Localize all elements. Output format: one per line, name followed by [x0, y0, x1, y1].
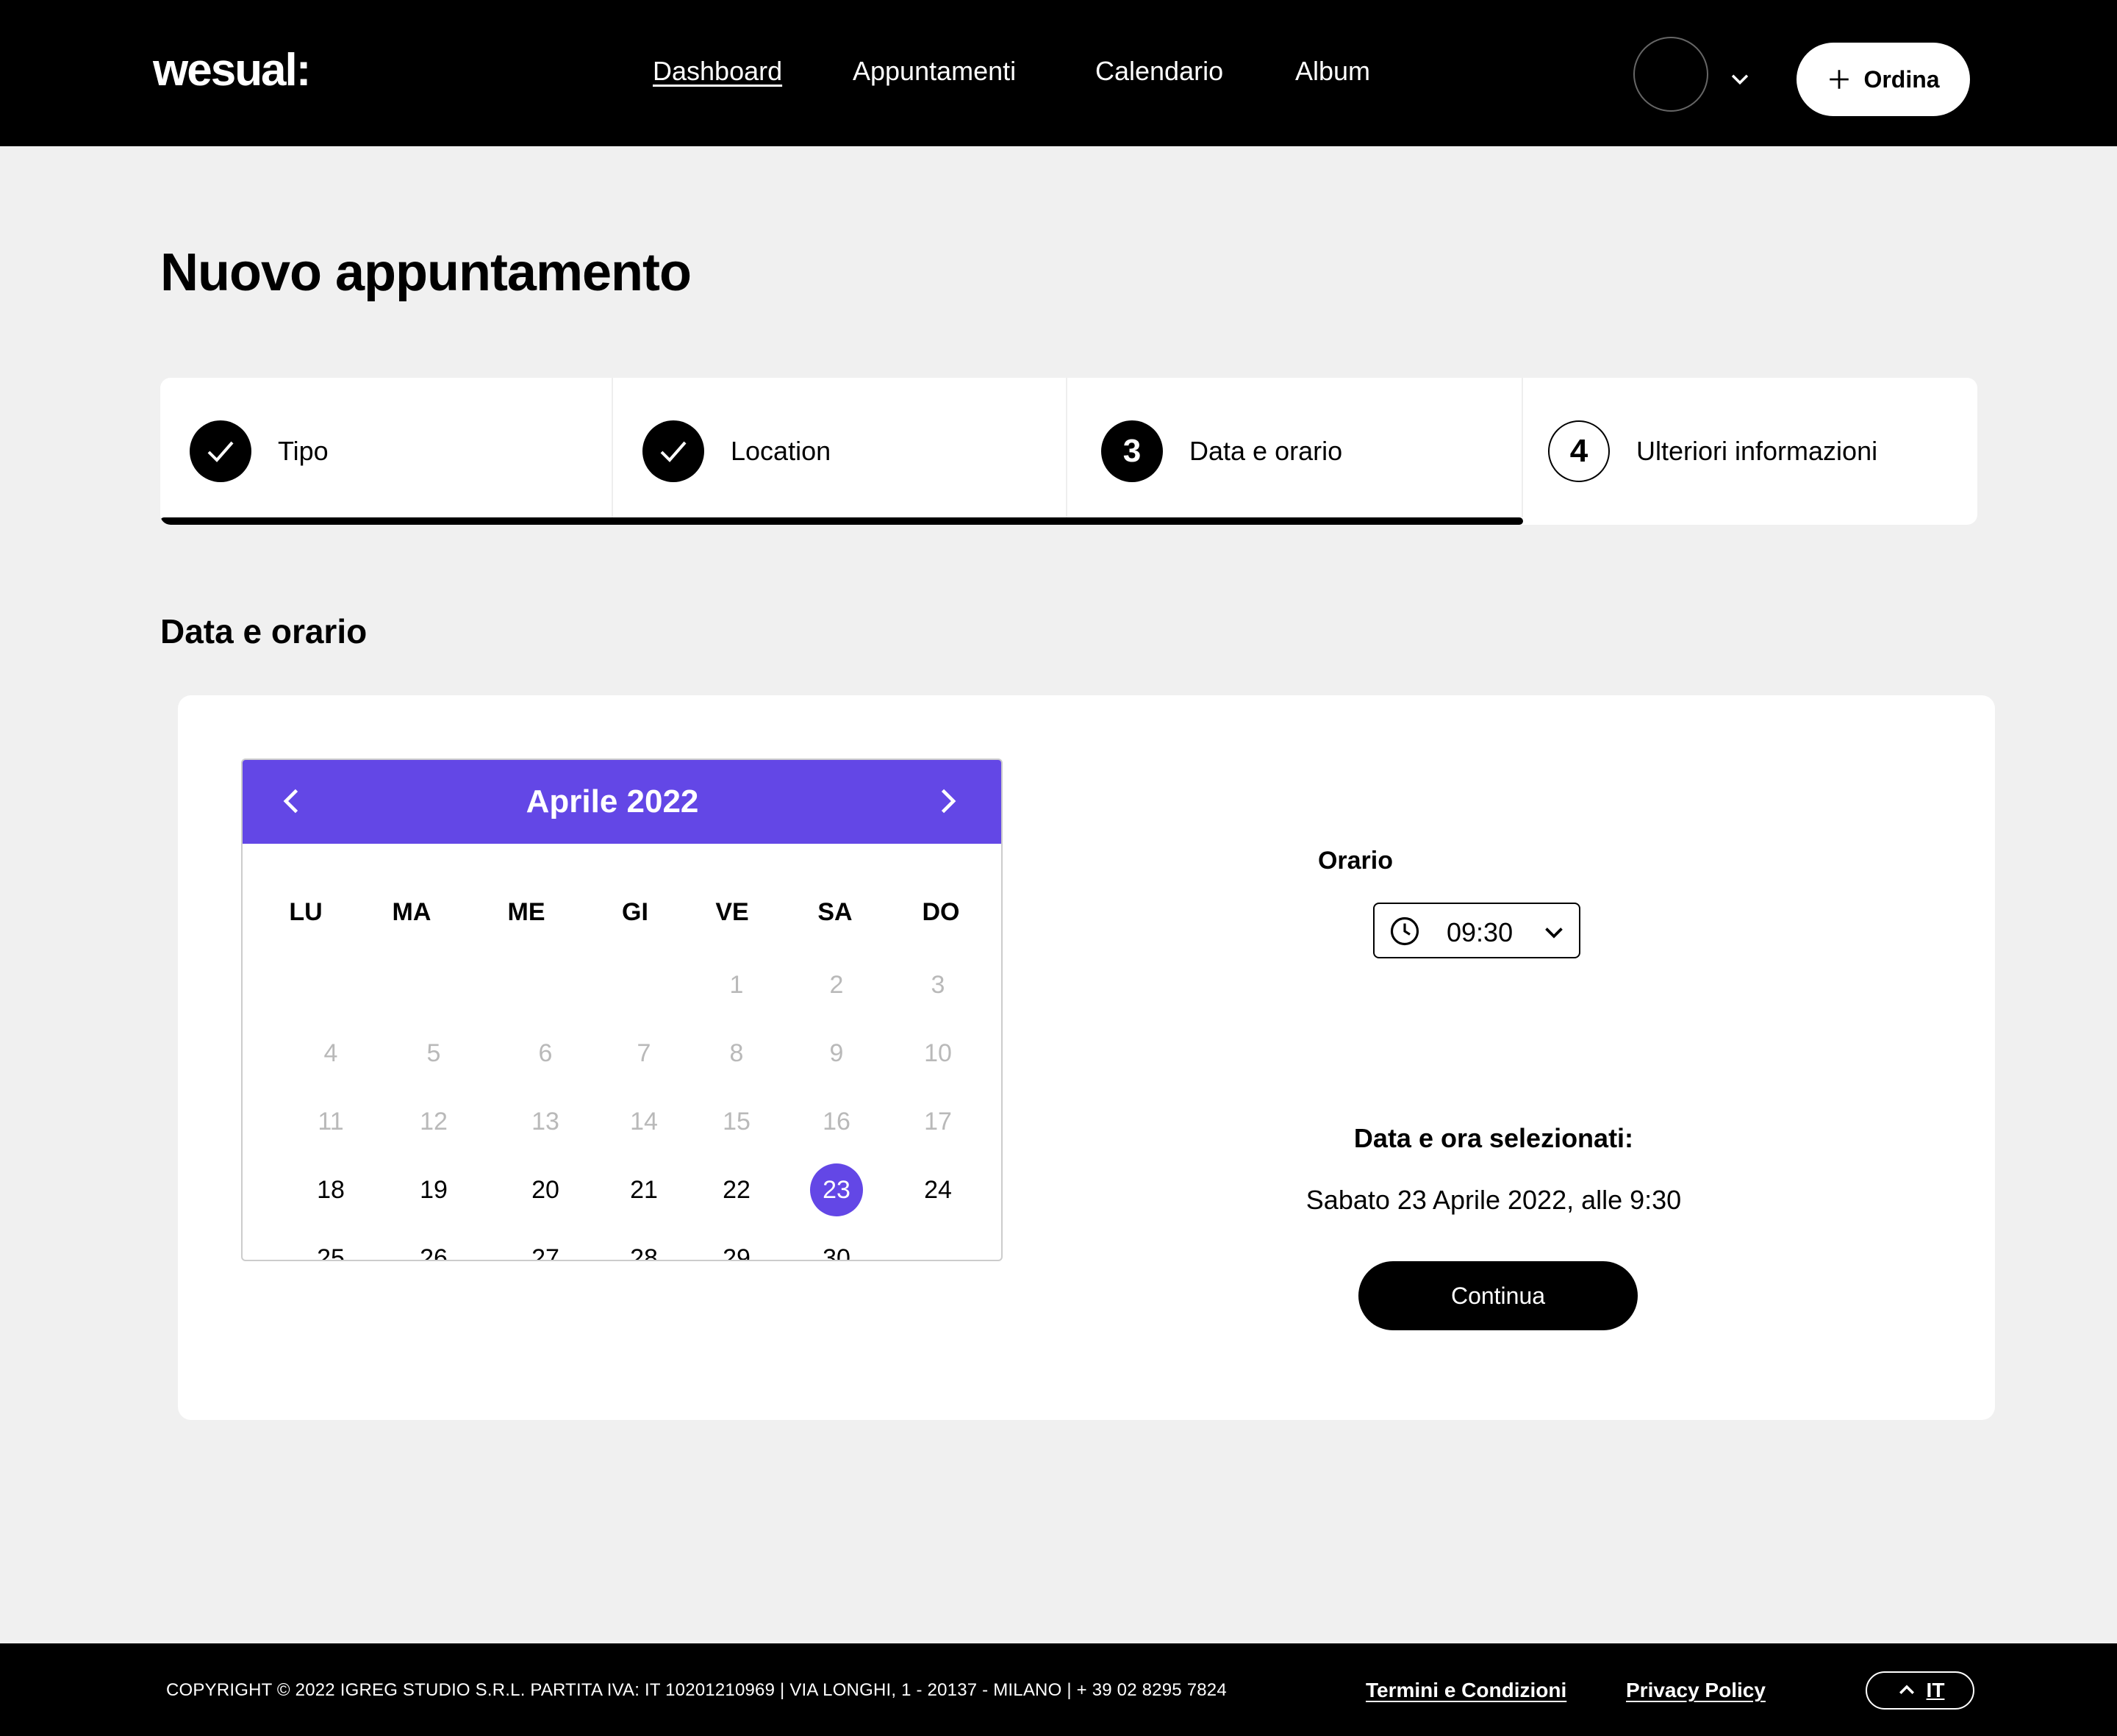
calendar-day[interactable]: 22: [710, 1163, 763, 1216]
step-data-orario[interactable]: 3 Data e orario: [1101, 378, 1342, 525]
language-label: IT: [1926, 1679, 1945, 1701]
top-navbar: wesual: Dashboard Appuntamenti Calendari…: [0, 0, 2117, 146]
footer: COPYRIGHT © 2022 IGREG STUDIO S.R.L. PAR…: [0, 1643, 2117, 1736]
calendar-day[interactable]: 27: [519, 1232, 572, 1260]
calendar-day: 11: [318, 1107, 344, 1136]
calendar-day: 10: [924, 1039, 952, 1067]
time-value: 09:30: [1447, 917, 1514, 947]
check-icon: [642, 420, 704, 482]
calendar-day: 2: [829, 970, 844, 999]
calendar-day[interactable]: 24: [911, 1163, 964, 1216]
step-label: Data e orario: [1189, 436, 1343, 466]
calendar-day: 3: [931, 970, 945, 999]
calendar-month-label: Aprile 2022: [526, 783, 699, 819]
calendar-day[interactable]: 26: [407, 1232, 460, 1260]
nav-appuntamenti[interactable]: Appuntamenti: [853, 56, 1016, 87]
step-divider: [1066, 378, 1067, 517]
chevron-up-icon: [1899, 1685, 1914, 1694]
calendar-day: 14: [630, 1107, 658, 1136]
weekday-label: ME: [507, 898, 545, 926]
check-icon: [190, 420, 251, 482]
step-divider: [612, 378, 613, 517]
nav-calendario[interactable]: Calendario: [1095, 56, 1223, 87]
privacy-link[interactable]: Privacy Policy: [1626, 1679, 1766, 1702]
weekday-label: GI: [622, 898, 648, 926]
weekday-label: LU: [289, 898, 323, 926]
calendar-day: 1: [729, 970, 744, 999]
stepper-progress-bar: [160, 517, 1523, 525]
calendar-day[interactable]: 30: [810, 1232, 863, 1260]
weekday-label: SA: [817, 898, 853, 926]
step-label: Location: [731, 436, 831, 466]
section-title: Data e orario: [160, 612, 368, 650]
calendar-day[interactable]: 21: [617, 1163, 670, 1216]
calendar-day: 13: [531, 1107, 559, 1136]
step-number: 4: [1548, 420, 1610, 482]
plus-icon: [1830, 70, 1849, 89]
chevron-down-icon: [1545, 928, 1563, 939]
order-label: Ordina: [1863, 65, 1940, 93]
calendar: Aprile 2022 LU MA ME GI VE SA DO 1 2 3 4 5 6 7 8 9 10 11 1…: [241, 758, 1003, 1261]
page-title: Nuovo appuntamento: [160, 243, 692, 302]
calendar-day[interactable]: 28: [617, 1232, 670, 1260]
time-label: Orario: [1317, 847, 1394, 875]
step-number: 3: [1101, 420, 1163, 482]
step-location[interactable]: Location: [642, 378, 831, 525]
calendar-day: 9: [829, 1039, 844, 1067]
selected-datetime-value: Sabato 23 Aprile 2022, alle 9:30: [1305, 1185, 1682, 1215]
calendar-day: 12: [420, 1107, 448, 1136]
chevron-right-icon[interactable]: [931, 785, 963, 817]
weekday-label: DO: [922, 898, 960, 926]
calendar-header: Aprile 2022: [243, 760, 1001, 844]
calendar-day: 15: [723, 1107, 751, 1136]
calendar-day[interactable]: 18: [304, 1163, 357, 1216]
step-label: Ulteriori informazioni: [1636, 436, 1878, 466]
chevron-down-icon[interactable]: [1727, 66, 1752, 91]
weekday-label: VE: [715, 898, 749, 926]
step-tipo[interactable]: Tipo: [190, 378, 329, 525]
order-button[interactable]: Ordina: [1797, 43, 1970, 116]
calendar-day[interactable]: 19: [407, 1163, 460, 1216]
calendar-day: 17: [924, 1107, 952, 1136]
avatar[interactable]: [1633, 37, 1708, 112]
step-label: Tipo: [278, 436, 329, 466]
calendar-day[interactable]: 20: [519, 1163, 572, 1216]
nav-album[interactable]: Album: [1295, 56, 1370, 87]
calendar-day[interactable]: 25: [304, 1232, 357, 1260]
calendar-day: 8: [729, 1039, 744, 1067]
calendar-day: 7: [637, 1039, 651, 1067]
date-time-card: Aprile 2022 LU MA ME GI VE SA DO 1 2 3 4 5 6 7 8 9 10 11 1…: [178, 695, 1995, 1420]
calendar-day: 4: [323, 1039, 338, 1067]
time-select[interactable]: 09:30: [1373, 903, 1580, 958]
calendar-day: 5: [426, 1039, 441, 1067]
nav-dashboard[interactable]: Dashboard: [653, 56, 782, 87]
logo[interactable]: wesual:: [153, 44, 311, 96]
calendar-day: 6: [538, 1039, 553, 1067]
language-switcher[interactable]: IT: [1866, 1671, 1974, 1710]
step-ulteriori-informazioni[interactable]: 4 Ulteriori informazioni: [1548, 378, 1877, 525]
weekday-label: MA: [392, 898, 431, 926]
continue-button[interactable]: Continua: [1358, 1261, 1638, 1330]
stepper: Tipo Location 3 Data e orario 4 Ulterior…: [160, 378, 1977, 525]
copyright-text: COPYRIGHT © 2022 IGREG STUDIO S.R.L. PAR…: [166, 1680, 1227, 1700]
calendar-day-selected[interactable]: 23: [810, 1163, 863, 1216]
selected-datetime-title: Data e ora selezionati:: [1353, 1123, 1634, 1153]
clock-icon: [1390, 917, 1419, 946]
step-divider: [1522, 378, 1523, 517]
calendar-day[interactable]: 29: [710, 1232, 763, 1260]
calendar-day: 16: [823, 1107, 850, 1136]
terms-link[interactable]: Termini e Condizioni: [1366, 1679, 1566, 1702]
